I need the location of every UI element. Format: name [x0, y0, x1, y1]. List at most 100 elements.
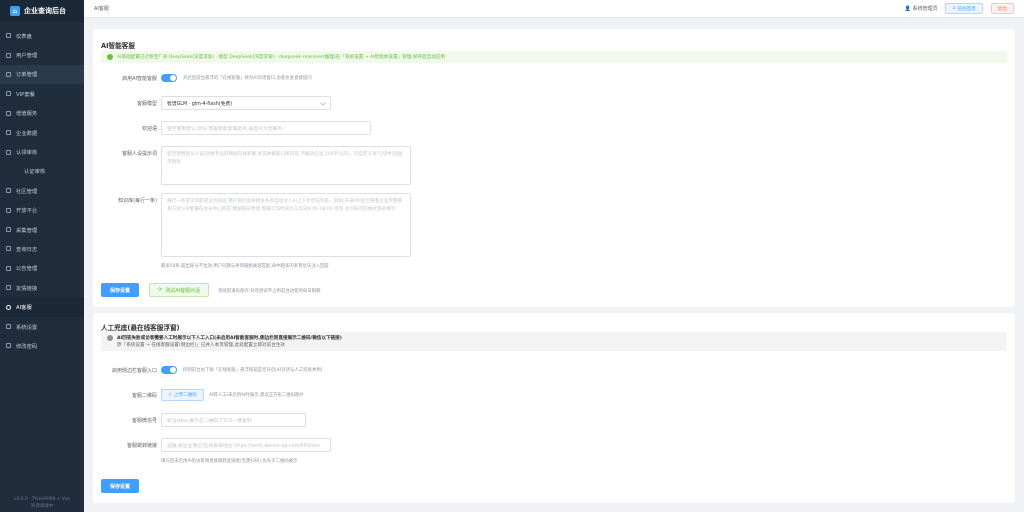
- persona-textarea[interactable]: 留空使用默认人设(热情专业的网站在线客服,优先依据知识库作答,不编造信息,200…: [161, 146, 411, 185]
- save-ai-settings-button[interactable]: 保存设置: [101, 283, 140, 297]
- sidebar-item-label: 公告管理: [16, 266, 38, 273]
- chevron-down-icon: [320, 100, 326, 106]
- admin-name: 系统管理员: [912, 6, 938, 12]
- enable-ai-hint: 开启后前台悬浮的「在线客服」将为AI对话窗口,访客也会直接提问: [183, 76, 312, 81]
- sidebar-item-label: 仪表盘: [16, 33, 32, 40]
- sidebar-menu: 仪表盘 用户管理 订单管理 VIP套餐 增值服务 企业数据 认领审核 认证审核 …: [0, 22, 84, 356]
- sidebar-item-label: 用户管理: [16, 53, 38, 60]
- persona-label: 客服人设提示词: [121, 151, 157, 157]
- wechat-label: 客服微信号: [131, 418, 157, 424]
- sidebar-item-label: 开放平台: [16, 208, 38, 215]
- vip-icon: [6, 91, 11, 97]
- sidebar-item-label: 友情链接: [16, 285, 38, 292]
- sidebar-item-ai-service[interactable]: AI客服: [0, 297, 84, 317]
- go-home-button[interactable]: ⌂ 前往首页: [945, 3, 983, 14]
- sidebar-item-orders[interactable]: 订单管理: [0, 64, 84, 85]
- sidebar-item-label: 订单管理: [16, 72, 38, 79]
- sidebar-entry-switch[interactable]: [161, 366, 177, 374]
- knowledge-base-textarea[interactable]: 每行一条常见问题或业务知识,用户提问会将相关条目自动注入AI上下文优先作答。例如…: [161, 193, 411, 257]
- admin-user[interactable]: 👤 系统管理员: [905, 5, 938, 12]
- sidebar: ⌂ 企业查询后台 仪表盘 用户管理 订单管理 VIP套餐 增值服务 企业数据 认…: [0, 0, 84, 512]
- home-icon: ⌂: [952, 6, 956, 11]
- service-icon: [6, 110, 11, 116]
- sidebar-item-label: 社区管理: [16, 188, 38, 195]
- section-title: 人工兜底(悬在线客服浮窗): [101, 324, 180, 332]
- upload-qrcode-button[interactable]: ⇪ 上传二维码: [161, 389, 204, 401]
- logout-button[interactable]: 退出: [990, 3, 1014, 14]
- sidebar-entry-hint: 控制前台右下角「在线客服」悬浮按钮是否开启(AI对话与人工兜底共用): [183, 368, 323, 373]
- community-icon: [6, 188, 11, 194]
- lock-icon: [6, 343, 11, 349]
- ai-config-banner: AI基础配置已迁移至厂商 DeepSeek(深度求索) · 模型 DeepSee…: [101, 51, 1007, 63]
- sidebar-footer: v2.0.0 · ThinkPHP8 + Vue 对话调试中: [0, 497, 84, 510]
- save-human-settings-button[interactable]: 保存设置: [101, 479, 140, 493]
- sidebar-item-query-log[interactable]: 查询日志: [0, 239, 84, 258]
- sidebar-item-company-data[interactable]: 企业数据: [0, 123, 84, 142]
- knowledge-base-hint: 最多50条,超出部分不生效;用户问题与条目越相关越匹配,命中越多的条目优先注入回…: [161, 264, 329, 269]
- headset-icon: [6, 304, 11, 310]
- sidebar-item-label: 认领审核: [16, 150, 38, 157]
- info-icon: [107, 335, 113, 341]
- collect-icon: [6, 227, 11, 233]
- human-info-banner: AI回答失败或访客需要人工时展示以下人工入口(未启用AI智能客服时,侧边栏则直接…: [101, 332, 1007, 351]
- human-fallback-card: 人工兜底(悬在线客服浮窗) AI回答失败或访客需要人工时展示以下人工入口(未启用…: [93, 313, 1015, 503]
- footer-status: 对话调试中: [31, 503, 53, 509]
- success-icon: [107, 54, 113, 60]
- top-bar: AI客服 👤 系统管理员 ⌂ 前往首页 退出: [84, 0, 1024, 18]
- sidebar-item-label: 增值服务: [16, 111, 38, 118]
- sidebar-item-users[interactable]: 用户管理: [0, 45, 84, 64]
- sidebar-item-collect[interactable]: 采集管理: [0, 220, 84, 239]
- wechat-input[interactable]: 如:gsdax,展示在二维码下方可一键复制: [161, 413, 306, 427]
- sidebar-item-label: 查询日志: [16, 246, 38, 253]
- dashboard-icon: [6, 33, 11, 39]
- sidebar-item-cert-audit[interactable]: 认证审核: [0, 162, 84, 181]
- sidebar-item-services[interactable]: 增值服务: [0, 104, 84, 123]
- test-hint: 测试前请先保存;对话测试不占用前台访客的每日限额: [218, 289, 321, 294]
- app-title: 企业查询后台: [24, 7, 66, 15]
- sidebar-item-settings[interactable]: 系统设置: [0, 317, 84, 336]
- welcome-input[interactable]: 留空使用默认:您好,我是智能客服助手,很高兴为您服务~: [161, 121, 371, 135]
- user-icon: [6, 52, 11, 58]
- sidebar-item-label: 修改密码: [16, 343, 38, 350]
- model-label: 客服模型: [136, 101, 157, 107]
- sidebar-item-password[interactable]: 修改密码: [0, 336, 84, 355]
- settings-icon: [6, 324, 11, 330]
- enable-ai-label: 启用AI智能客服: [122, 76, 157, 82]
- qrcode-label: 客服二维码: [131, 393, 157, 399]
- qrcode-hint: AI转人工/未启用AI时展示,建议正方形二维码图片: [209, 393, 304, 398]
- sidebar-item-notice[interactable]: 公告管理: [0, 259, 84, 278]
- sidebar-item-label: 企业数据: [16, 130, 38, 137]
- model-select[interactable]: 智谱GLM · glm-4-flash(免费): [161, 96, 331, 110]
- enable-ai-switch[interactable]: [161, 74, 177, 82]
- sidebar-item-open-platform[interactable]: 开放平台: [0, 201, 84, 220]
- notice-icon: [6, 265, 11, 271]
- knowledge-base-label: 知识库(每行一条): [118, 198, 157, 204]
- section-title: AI智能客服: [101, 42, 135, 50]
- sidebar-item-label: AI客服: [16, 305, 32, 312]
- chat-icon: ⟳: [158, 287, 163, 293]
- sidebar-item-label: 系统设置: [16, 324, 38, 331]
- sidebar-item-vip[interactable]: VIP套餐: [0, 84, 84, 103]
- data-icon: [6, 130, 11, 136]
- breadcrumb: AI客服: [94, 6, 109, 12]
- sidebar-item-label: 认证审核: [24, 169, 46, 176]
- test-ai-chat-button[interactable]: ⟳ 测试AI客服对话: [149, 283, 210, 297]
- sidebar-item-dashboard[interactable]: 仪表盘: [0, 26, 84, 45]
- link-icon: [6, 285, 11, 291]
- sidebar-item-community[interactable]: 社区管理: [0, 181, 84, 200]
- app-logo[interactable]: ⌂ 企业查询后台: [0, 0, 84, 22]
- audit-icon: [6, 149, 11, 155]
- platform-icon: [6, 207, 11, 213]
- link-input[interactable]: 选填,如企业微信/在线表单地址 https://work.weixin.qq.c…: [161, 438, 331, 452]
- sidebar-item-label: 采集管理: [16, 227, 38, 234]
- welcome-label: 欢迎语: [141, 126, 157, 132]
- sidebar-item-label: VIP套餐: [16, 91, 35, 98]
- sidebar-item-claim-audit[interactable]: 认领审核: [0, 142, 84, 161]
- link-hint: 填写后未启用AI的访客将直接跳转此链接(无需扫码),优先于二维码展示: [161, 459, 298, 464]
- sidebar-item-links[interactable]: 友情链接: [0, 278, 84, 297]
- home-icon: ⌂: [10, 6, 20, 16]
- log-icon: [6, 246, 11, 252]
- sidebar-entry-label: 启用侧边栏客服入口: [111, 368, 157, 374]
- order-icon: [6, 71, 11, 77]
- link-label: 客服跳转链接: [126, 443, 157, 449]
